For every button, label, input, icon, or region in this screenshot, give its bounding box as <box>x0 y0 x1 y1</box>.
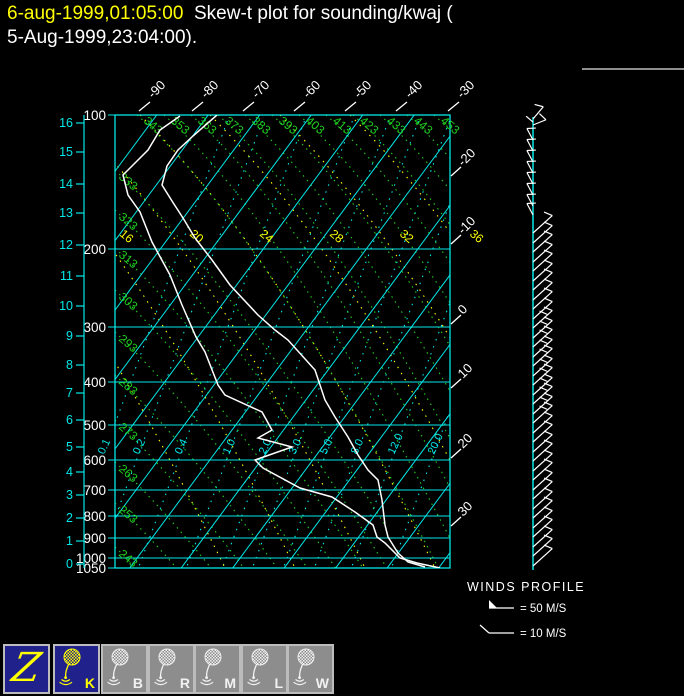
svg-text:20.0: 20.0 <box>426 432 446 456</box>
toolbar-button-k[interactable]: K <box>53 644 100 694</box>
svg-text:353: 353 <box>168 114 193 138</box>
height-label: 14 <box>59 177 73 191</box>
wind-legend-label: = 10 M/S <box>520 628 567 640</box>
pressure-label: 400 <box>83 375 106 390</box>
height-label: 11 <box>60 269 73 283</box>
height-label: 12 <box>59 238 73 252</box>
svg-text:-60: -60 <box>300 77 324 101</box>
svg-text:453: 453 <box>438 114 463 138</box>
pressure-axis <box>108 115 115 568</box>
radiosonde-icon <box>152 648 182 690</box>
temp-axis-top <box>139 102 459 111</box>
svg-text:-50: -50 <box>351 77 375 101</box>
height-label: 3 <box>66 488 73 502</box>
svg-text:30: 30 <box>455 498 476 519</box>
svg-text:24: 24 <box>257 227 276 247</box>
svg-text:403: 403 <box>303 114 328 138</box>
svg-text:293: 293 <box>116 332 141 356</box>
wind-legend-label: = 50 M/S <box>520 603 567 615</box>
toolbar-button-l[interactable]: L <box>241 644 288 694</box>
height-label: 4 <box>66 465 73 479</box>
button-label: M <box>224 675 236 691</box>
radiosonde-icon <box>245 648 275 690</box>
toolbar: Z K B R <box>0 642 684 696</box>
zoom-z-icon: Z <box>1 646 52 690</box>
svg-text:373: 373 <box>222 114 247 138</box>
button-label: R <box>180 675 190 691</box>
winds-profile-title: WINDS PROFILE <box>467 580 585 594</box>
svg-text:443: 443 <box>411 114 436 138</box>
svg-text:20: 20 <box>455 430 476 451</box>
svg-text:283: 283 <box>116 375 141 399</box>
button-label: K <box>85 675 95 691</box>
svg-text:0.4: 0.4 <box>173 437 190 456</box>
svg-text:433: 433 <box>384 114 409 138</box>
svg-text:1.0: 1.0 <box>221 437 238 456</box>
svg-text:-40: -40 <box>402 77 426 101</box>
pressure-label: 1050 <box>76 561 106 576</box>
svg-text:343: 343 <box>141 114 166 138</box>
radiosonde-icon <box>57 648 87 690</box>
svg-text:263: 263 <box>116 462 141 486</box>
svg-text:333: 333 <box>116 170 141 194</box>
svg-text:5.0: 5.0 <box>318 437 335 456</box>
pressure-label: 200 <box>83 242 106 257</box>
svg-text:-90: -90 <box>145 77 169 101</box>
height-label: 8 <box>66 358 73 372</box>
svg-text:10: 10 <box>455 360 476 381</box>
radiosonde-icon <box>105 648 135 690</box>
svg-text:383: 383 <box>249 114 274 138</box>
pressure-label: 300 <box>83 320 106 335</box>
svg-text:253: 253 <box>116 503 141 527</box>
svg-text:313: 313 <box>116 248 141 272</box>
dewpoint-trace <box>123 116 440 568</box>
button-label: B <box>133 675 143 691</box>
height-label: 1 <box>66 534 73 548</box>
height-label: 15 <box>59 145 73 159</box>
svg-text:303: 303 <box>116 290 141 314</box>
svg-text:28: 28 <box>327 227 346 247</box>
toolbar-button-zoom[interactable]: Z <box>3 644 50 694</box>
height-label: 5 <box>66 440 73 454</box>
toolbar-button-b[interactable]: B <box>101 644 148 694</box>
svg-text:32: 32 <box>397 227 416 247</box>
button-label: W <box>316 675 329 691</box>
svg-text:363: 363 <box>195 114 220 138</box>
pressure-label: 900 <box>83 531 106 546</box>
height-label: 13 <box>59 206 73 220</box>
svg-text:-30: -30 <box>454 77 478 101</box>
height-label: 10 <box>59 299 73 313</box>
height-label: 7 <box>66 386 73 400</box>
pressure-label: 100 <box>83 108 106 123</box>
height-label: 0 <box>66 557 73 571</box>
skewt-chart: 1002003004005006007008009001000105016151… <box>0 0 684 640</box>
wind-profile <box>526 104 552 570</box>
svg-text:-70: -70 <box>249 77 273 101</box>
svg-text:-80: -80 <box>198 77 222 101</box>
height-label: 6 <box>66 413 73 427</box>
svg-text:243: 243 <box>116 547 141 571</box>
wind-legend <box>480 600 514 640</box>
svg-text:413: 413 <box>330 114 355 138</box>
toolbar-button-w[interactable]: W <box>287 644 334 694</box>
height-axis <box>76 115 84 568</box>
height-label: 9 <box>66 329 73 343</box>
svg-text:0: 0 <box>455 301 471 317</box>
pressure-label: 700 <box>83 483 106 498</box>
height-label: 16 <box>59 116 73 130</box>
height-label: 2 <box>66 511 73 525</box>
svg-text:-20: -20 <box>455 145 479 169</box>
pressure-label: 800 <box>83 509 106 524</box>
svg-text:0.1: 0.1 <box>96 437 113 456</box>
pressure-label: 500 <box>83 418 106 433</box>
toolbar-button-r[interactable]: R <box>148 644 195 694</box>
toolbar-button-m[interactable]: M <box>194 644 241 694</box>
svg-text:12.0: 12.0 <box>386 432 406 456</box>
button-label: L <box>274 675 283 691</box>
